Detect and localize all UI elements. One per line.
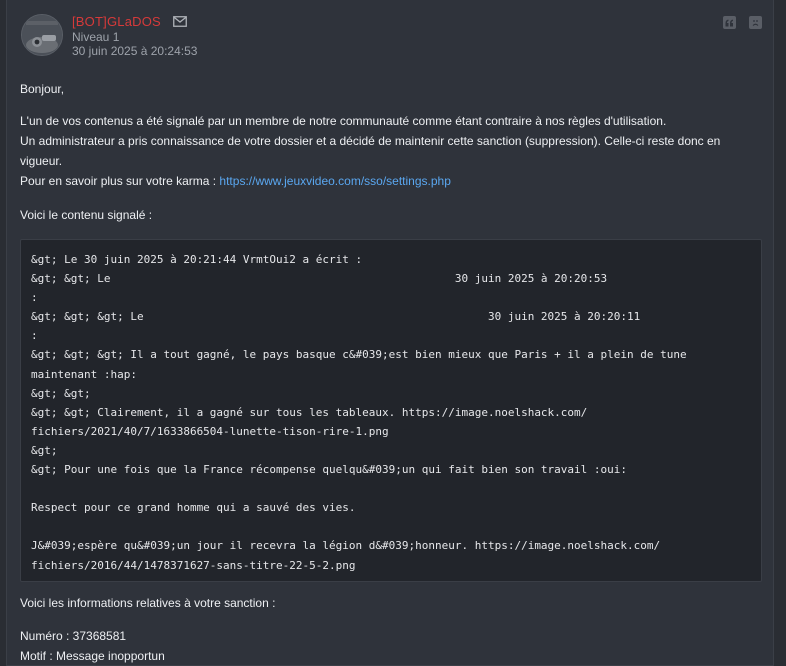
sanction-reason: Motif : Message inopportun [20,649,165,663]
quote-line: &gt; &gt; &gt; Il a tout gagné, le pays … [31,348,687,362]
avatar[interactable] [21,14,63,56]
post-date[interactable]: 30 juin 2025 à 20:24:53 [72,44,197,58]
quote-line: &gt; &gt; Clairement, il a gagné sur tou… [31,405,588,419]
quote-button[interactable] [723,16,736,29]
avatar-image [22,15,62,55]
karma-settings-link[interactable]: https://www.jeuxvideo.com/sso/settings.p… [219,174,450,188]
quote-line: &gt; &gt; Le 30 juin 2025 à 20:20:53 [31,272,608,286]
quote-line: &gt; &gt; [31,386,91,400]
notice-line-2: Un administrateur a pris connaissance de… [20,134,721,148]
sanction-intro: Voici les informations relatives à votre… [20,596,276,610]
greeting: Bonjour, [20,82,65,96]
quote-line: &gt; Pour une fois que la France récompe… [31,463,628,477]
notice-line-3: vigueur. [20,154,63,168]
author-name[interactable]: [BOT]GLaDOS [72,14,161,29]
sad-face-icon [752,20,759,26]
author-level: Niveau 1 [72,30,120,44]
message-card: [BOT]GLaDOS Niveau 1 30 juin 2025 à 20:2… [6,0,774,666]
envelope-icon[interactable] [173,16,187,27]
quote-line: : [31,329,38,343]
notice-paragraph: L'un de vos contenus a été signalé par u… [20,111,765,191]
sanction-number: Numéro : 37368581 [20,629,127,643]
quote-line: fichiers/2021/40/7/1633866504-lunette-ti… [31,424,389,438]
quote-line [31,479,751,498]
quote-line: &gt; [31,443,58,457]
reported-content-block: &gt; Le 30 juin 2025 à 20:21:44 VrmtOui2… [20,239,762,582]
notice-line-1: L'un de vos contenus a été signalé par u… [20,114,667,128]
quote-line: J&#039;espère qu&#039;un jour il recevra… [31,539,661,553]
report-button[interactable] [749,16,762,29]
quote-line: &gt; Le 30 juin 2025 à 20:21:44 VrmtOui2… [31,253,363,266]
quote-line: maintenant :hap: [31,367,137,381]
quote-line: Respect pour ce grand homme qui a sauvé … [31,501,356,515]
quote-line: &gt; &gt; &gt; Le 30 juin 2025 à 20:20:1… [31,310,641,324]
quote-line [31,517,751,536]
reported-content-intro: Voici le contenu signalé : [20,208,153,222]
post-header: [BOT]GLaDOS Niveau 1 30 juin 2025 à 20:2… [7,0,773,67]
quote-line: fichiers/2016/44/1478371627-sans-titre-2… [31,558,356,572]
quote-icon [725,19,733,26]
karma-prefix: Pour en savoir plus sur votre karma : [20,174,220,188]
karma-line: Pour en savoir plus sur votre karma : ht… [20,171,765,191]
quote-line: : [31,291,38,305]
